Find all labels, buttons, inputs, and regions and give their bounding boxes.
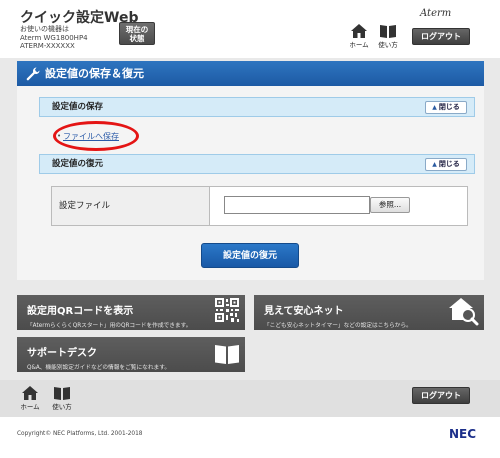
qr-code-tile[interactable]: 設定用QRコードを表示 「AtermらくらくQRスタート」用のQRコードを作成で… [17, 295, 245, 330]
device-info-caption: お使いの機器は [20, 25, 69, 33]
book-icon [380, 25, 396, 38]
nec-logo: NEC [449, 427, 477, 441]
tile-description: Q&A、機能別設定ガイドなどの情報をご覧になれます。 [27, 365, 171, 371]
tile-description: 「こども安心ネットタイマー」などの設定はこちらから。 [264, 323, 412, 329]
device-info: お使いの機器は Aterm WG1800HP4 ATERM-XXXXXX [20, 25, 88, 51]
restore-section-title: 設定値の復元 [52, 159, 104, 169]
home-label: ホーム [20, 403, 40, 411]
settings-backup-panel: 設定値の保存＆復元 設定値の保存 ▲ 閉じる • ファイルへ保存 設定値の復元 ▲… [17, 61, 484, 280]
home-icon [22, 386, 38, 400]
tile-title: サポートデスク [27, 348, 97, 359]
footer-manual-button[interactable]: 使い方 [49, 386, 75, 414]
wrench-icon [26, 67, 40, 81]
support-desk-tile[interactable]: サポートデスク Q&A、機能別設定ガイドなどの情報をご覧になれます。 [17, 337, 245, 372]
footer-logout-button[interactable]: ログアウト [412, 387, 470, 404]
restore-section-header: 設定値の復元 ▲ 閉じる [39, 154, 475, 174]
tile-title: 見えて安心ネット [264, 306, 344, 317]
footer-nav: ホーム 使い方 ログアウト [0, 380, 500, 417]
panel-title: 設定値の保存＆復元 [17, 61, 484, 86]
close-label: 閉じる [438, 160, 460, 168]
footer-home-button[interactable]: ホーム [17, 386, 43, 414]
tile-description: 「AtermらくらくQRスタート」用のQRコードを作成できます。 [27, 323, 192, 329]
copyright-text: Copyright© NEC Platforms, Ltd. 2001-2018 [17, 431, 143, 437]
panel-title-text: 設定値の保存＆復元 [45, 67, 144, 80]
home-search-icon [449, 298, 479, 326]
qr-code-icon [215, 298, 239, 322]
home-button[interactable]: ホーム [346, 24, 372, 52]
book-icon [215, 345, 239, 364]
restore-settings-button[interactable]: 設定値の復元 [201, 243, 299, 268]
highlight-circle [53, 121, 139, 151]
home-label: ホーム [349, 41, 369, 49]
manual-label: 使い方 [52, 403, 72, 411]
manual-button[interactable]: 使い方 [375, 24, 401, 52]
settings-file-row: 設定ファイル 参照... [51, 186, 468, 226]
current-status-button[interactable]: 現在の 状態 [119, 22, 155, 45]
home-icon [351, 24, 367, 38]
manual-label: 使い方 [378, 41, 398, 49]
restore-section-close-button[interactable]: ▲ 閉じる [425, 158, 467, 171]
logout-button[interactable]: ログアウト [412, 28, 470, 45]
caret-up-icon: ▲ [432, 104, 437, 111]
device-model: Aterm WG1800HP4 [20, 33, 88, 42]
save-section-header: 設定値の保存 ▲ 閉じる [39, 97, 475, 117]
header: クイック設定Web お使いの機器は Aterm WG1800HP4 ATERM-… [0, 0, 500, 58]
aterm-logo: Aterm [420, 8, 452, 19]
book-icon [54, 387, 70, 400]
safe-net-tile[interactable]: 見えて安心ネット 「こども安心ネットタイマー」などの設定はこちらから。 [254, 295, 484, 330]
footer: Copyright© NEC Platforms, Ltd. 2001-2018… [0, 417, 500, 458]
settings-file-input[interactable] [224, 196, 370, 214]
save-section-close-button[interactable]: ▲ 閉じる [425, 101, 467, 114]
save-section-title: 設定値の保存 [52, 102, 104, 112]
device-name: ATERM-XXXXXX [20, 42, 75, 50]
settings-file-label: 設定ファイル [52, 187, 210, 225]
tile-title: 設定用QRコードを表示 [27, 306, 134, 317]
caret-up-icon: ▲ [432, 161, 437, 168]
browse-button[interactable]: 参照... [370, 197, 410, 213]
close-label: 閉じる [438, 103, 460, 111]
